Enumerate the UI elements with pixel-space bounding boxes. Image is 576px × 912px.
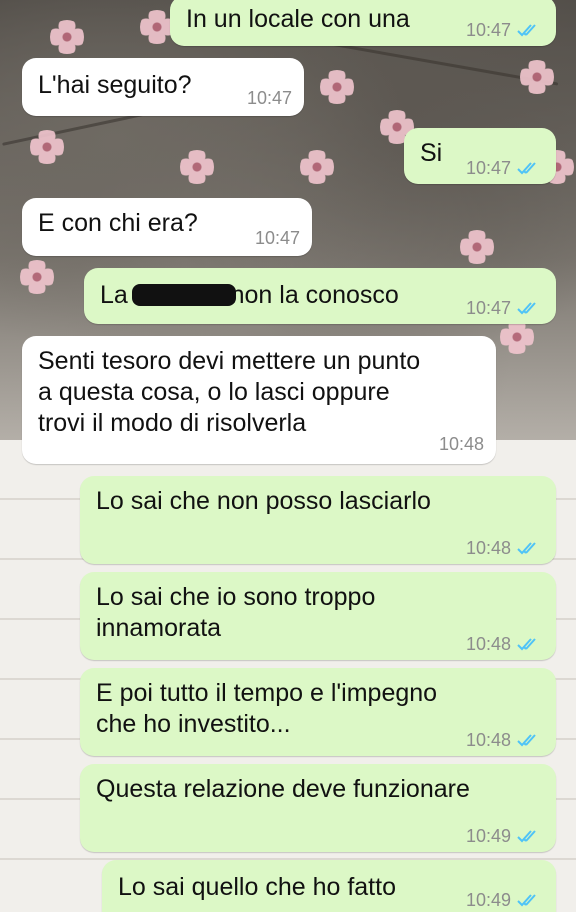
message-time: 10:47 [246,88,292,108]
flower-decoration [180,150,214,184]
message-bubble-outgoing[interactable]: E poi tutto il tempo e l'impegno che ho … [80,668,556,756]
read-ticks-icon [517,830,536,843]
message-text: Senti tesoro devi mettere un punto a que… [38,347,421,437]
message-text: Lo sai quello che ho fatto [118,873,396,901]
message-time: 10:48 [465,538,511,558]
message-bubble-outgoing[interactable]: Lo sai quello che ho fatto 10:49 [102,860,556,912]
flower-decoration [20,260,54,294]
message-bubble-outgoing[interactable]: Questa relazione deve funzionare 10:49 [80,764,556,852]
read-ticks-icon [517,638,536,651]
read-ticks-icon [517,894,536,907]
message-bubble-outgoing[interactable]: In un locale con una 10:47 [170,0,556,46]
flower-decoration [500,320,534,354]
flower-decoration [50,20,84,54]
message-time: 10:48 [465,730,511,750]
read-ticks-icon [517,162,536,175]
message-text: In un locale con una [186,5,410,33]
message-meta: 10:49 [466,826,544,846]
read-ticks-icon [517,302,536,315]
message-bubble-outgoing[interactable]: Lo sai che non posso lasciarlo 10:48 [80,476,556,564]
message-meta: 10:48 [466,538,544,558]
flower-decoration [300,150,334,184]
message-time: 10:47 [465,158,511,178]
message-time: 10:47 [465,20,511,40]
redaction-mark [132,284,236,306]
read-ticks-icon [517,734,536,747]
message-meta: 10:47 [255,228,300,248]
message-meta: 10:47 [466,20,544,40]
message-bubble-incoming[interactable]: Senti tesoro devi mettere un punto a que… [22,336,496,464]
message-text: Lo sai che non posso lasciarlo [96,487,431,515]
message-text: L'hai seguito? [38,71,192,99]
flower-decoration [460,230,494,264]
read-ticks-icon [517,542,536,555]
message-text: Lo sai che io sono troppo innamorata [96,583,376,642]
message-bubble-incoming[interactable]: E con chi era? 10:47 [22,198,312,256]
message-meta: 10:49 [466,890,544,910]
message-time: 10:48 [438,434,484,454]
message-time: 10:49 [465,890,511,910]
message-bubble-outgoing[interactable]: La zo non la conosco 10:47 [84,268,556,324]
message-meta: 10:47 [247,88,292,108]
message-bubble-incoming[interactable]: L'hai seguito? 10:47 [22,58,304,116]
flower-decoration [30,130,64,164]
message-meta: 10:47 [466,298,544,318]
message-text: E poi tutto il tempo e l'impegno che ho … [96,679,438,738]
read-ticks-icon [517,24,536,37]
message-text: E con chi era? [38,209,198,237]
message-bubble-outgoing[interactable]: Lo sai che io sono troppo innamorata 10:… [80,572,556,660]
message-text: Questa relazione deve funzionare [96,775,470,803]
message-time: 10:49 [465,826,511,846]
message-time: 10:47 [465,298,511,318]
flower-decoration [520,60,554,94]
flower-decoration [320,70,354,104]
message-meta: 10:48 [466,730,544,750]
message-text: Si [420,139,443,167]
message-time: 10:47 [254,228,300,248]
message-meta: 10:47 [466,158,544,178]
message-bubble-outgoing[interactable]: Si 10:47 [404,128,556,184]
message-time: 10:48 [465,634,511,654]
message-meta: 10:48 [439,434,484,454]
message-meta: 10:48 [466,634,544,654]
flower-decoration [140,10,174,44]
